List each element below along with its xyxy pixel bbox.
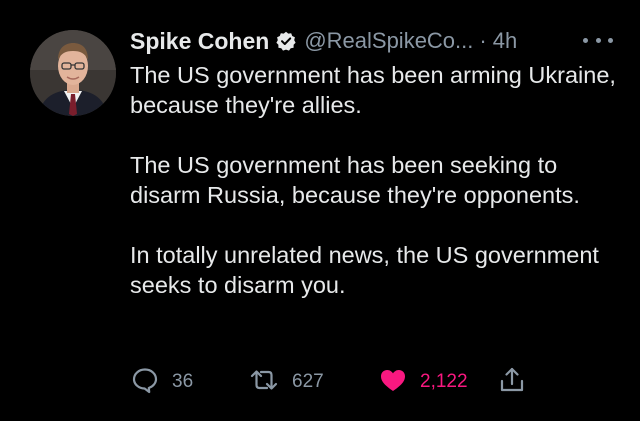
- tweet-paragraph: In totally unrelated news, the US govern…: [130, 242, 599, 298]
- retweet-icon: [248, 365, 280, 400]
- tweet-header: Spike Cohen @RealSpikeCo... · 4h: [130, 26, 517, 56]
- heart-icon: [378, 365, 408, 400]
- separator-dot: ·: [479, 28, 487, 53]
- tweet-text: The US government has been arming Ukrain…: [130, 60, 620, 300]
- like-button[interactable]: 2,122: [378, 366, 468, 398]
- share-icon: [498, 365, 526, 400]
- verified-badge-icon: [276, 31, 296, 51]
- avatar-image: [30, 30, 116, 116]
- reply-icon: [130, 365, 160, 400]
- more-options-icon[interactable]: [583, 30, 613, 50]
- like-count: 2,122: [420, 371, 468, 392]
- reply-count: 36: [172, 371, 194, 392]
- display-name[interactable]: Spike Cohen: [130, 28, 269, 55]
- tweet-actions: 36 627 2,122: [130, 366, 550, 398]
- reply-button[interactable]: 36: [130, 366, 193, 398]
- share-button[interactable]: [498, 366, 526, 398]
- tweet-paragraph: The US government has been arming Ukrain…: [130, 62, 616, 118]
- timestamp[interactable]: 4h: [493, 28, 517, 54]
- retweet-button[interactable]: 627: [248, 366, 324, 398]
- user-handle[interactable]: @RealSpikeCo...: [304, 28, 473, 54]
- retweet-count: 627: [292, 371, 324, 392]
- tweet: Spike Cohen @RealSpikeCo... · 4h The US …: [0, 0, 640, 421]
- tweet-paragraph: The US government has been seeking to di…: [130, 152, 580, 208]
- avatar[interactable]: [30, 30, 116, 116]
